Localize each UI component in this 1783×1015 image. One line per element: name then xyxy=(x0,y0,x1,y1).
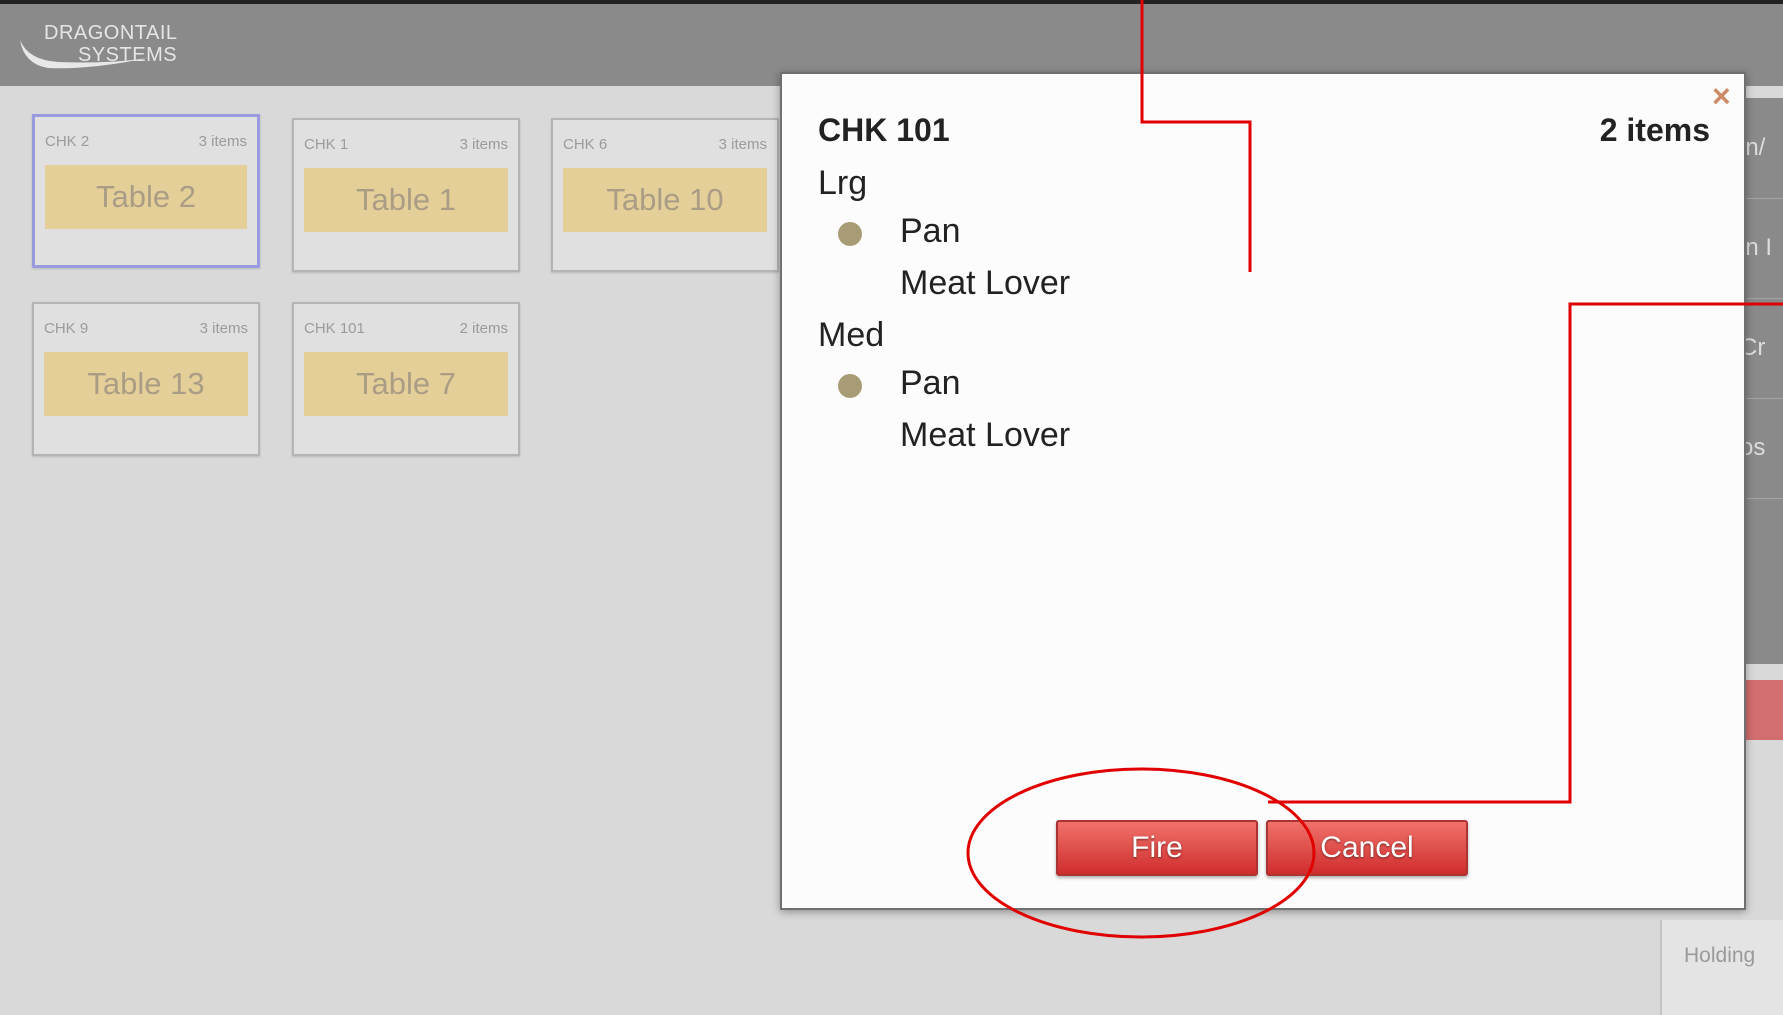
pizza-label: Meat Lover xyxy=(900,264,1071,302)
dragontail-logo: DRAGONTAIL SYSTEMS xyxy=(18,22,218,74)
crust-label: Pan xyxy=(900,212,961,250)
right-panel-item[interactable]: os xyxy=(1740,398,1783,499)
check-item-count: 3 items xyxy=(198,133,247,150)
holding-label: Holding xyxy=(1684,944,1756,967)
table-label: Table 13 xyxy=(44,352,248,416)
check-card-chk-2[interactable]: CHK 2 3 items Table 2 xyxy=(32,114,260,268)
right-panel-item[interactable]: Cr xyxy=(1740,298,1783,399)
logo-text-line2: SYSTEMS xyxy=(78,44,178,66)
check-card-chk-1[interactable]: CHK 1 3 items Table 1 xyxy=(292,118,520,272)
check-number: CHK 6 xyxy=(563,136,608,153)
table-label: Table 7 xyxy=(304,352,508,416)
size-label-medium: Med xyxy=(818,316,885,354)
logo-text-line1: DRAGONTAIL xyxy=(44,22,178,44)
check-item-count: 3 items xyxy=(199,320,248,337)
bullet-icon xyxy=(838,374,862,398)
cancel-button[interactable]: Cancel xyxy=(1266,820,1468,876)
check-item-count: 3 items xyxy=(459,136,508,153)
crust-label: Pan xyxy=(900,364,961,402)
table-label: Table 1 xyxy=(304,168,508,232)
holding-panel[interactable]: Holding xyxy=(1660,920,1783,1015)
bullet-icon xyxy=(838,222,862,246)
dialog-title: CHK 101 xyxy=(818,112,950,148)
table-label: Table 10 xyxy=(563,168,767,232)
dialog-item-count: 2 items xyxy=(1599,112,1710,148)
check-number: CHK 101 xyxy=(304,320,365,337)
check-number: CHK 9 xyxy=(44,320,89,337)
check-card-chk-101[interactable]: CHK 101 2 items Table 7 xyxy=(292,302,520,456)
fire-button[interactable]: Fire xyxy=(1056,820,1258,876)
check-number: CHK 2 xyxy=(45,133,90,150)
right-panel-item[interactable]: in/ xyxy=(1740,98,1783,199)
size-label-large: Lrg xyxy=(818,164,868,202)
check-card-chk-6[interactable]: CHK 6 3 items Table 10 xyxy=(551,118,779,272)
right-panel-red-button[interactable] xyxy=(1740,680,1783,740)
pizza-label: Meat Lover xyxy=(900,416,1071,454)
check-item-count: 3 items xyxy=(718,136,767,153)
close-icon[interactable]: × xyxy=(1712,80,1731,112)
table-label: Table 2 xyxy=(45,165,247,229)
check-number: CHK 1 xyxy=(304,136,349,153)
check-detail-dialog: × CHK 101 2 items Lrg Pan Meat Lover Med… xyxy=(780,72,1746,910)
check-card-chk-9[interactable]: CHK 9 3 items Table 13 xyxy=(32,302,260,456)
right-side-panel: in/ in I Cr os xyxy=(1740,98,1783,664)
right-panel-item[interactable]: in I xyxy=(1740,198,1783,299)
check-item-count: 2 items xyxy=(459,320,508,337)
